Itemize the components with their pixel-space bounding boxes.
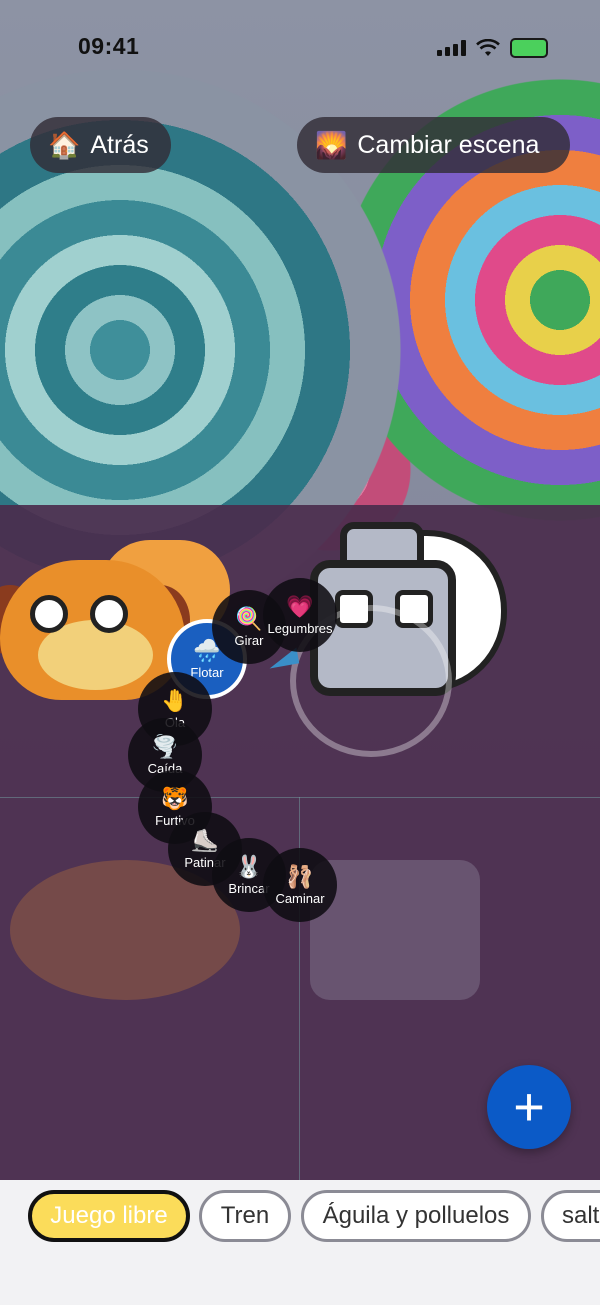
house-icon: 🏠 — [48, 129, 81, 160]
bunny-icon: 🐰 — [235, 853, 263, 879]
mode-selector: Juego libre Tren Águila y polluelos salt — [0, 1180, 600, 1305]
tornado-icon: 🌪️ — [151, 733, 179, 759]
action-caminar[interactable]: 🩰 Caminar — [263, 848, 337, 922]
bear-eye-left — [30, 595, 68, 633]
plus-icon: + — [513, 1077, 545, 1137]
action-legumbres[interactable]: 💗 Legumbres — [263, 578, 337, 652]
back-button[interactable]: 🏠 Atrás — [30, 117, 171, 173]
chip-tren[interactable]: Tren — [199, 1190, 291, 1242]
wifi-icon — [476, 39, 500, 56]
status-time: 09:41 — [78, 33, 140, 59]
lollipop-icon: 🍭 — [235, 605, 263, 631]
pink-heart-icon: 💗 — [286, 593, 314, 619]
add-button[interactable]: + — [487, 1065, 571, 1149]
change-scene-button[interactable]: 🌄 Cambiar escena — [297, 117, 570, 173]
grid-line-horizontal — [0, 797, 600, 798]
tiger-icon: 🐯 — [161, 785, 189, 811]
action-label: Girar — [234, 632, 264, 648]
bear-eye-right — [90, 595, 128, 633]
scene-canvas[interactable]: 🌧️ Flotar 🍭 Girar 💗 Legumbres 🤚 Ola 🌪️ C… — [0, 0, 600, 1180]
battery-charging-icon — [510, 38, 548, 58]
signal-icon — [437, 40, 466, 56]
skate-icon: ⛸️ — [191, 827, 219, 853]
waving-hand-icon: 🤚 — [161, 687, 189, 713]
back-button-label: Atrás — [90, 130, 149, 159]
ballet-shoes-icon: 🩰 — [286, 863, 314, 889]
status-icons — [437, 38, 548, 58]
action-label: Legumbres — [267, 620, 333, 636]
chip-aguila-y-polluelos[interactable]: Águila y polluelos — [301, 1190, 531, 1242]
change-scene-button-label: Cambiar escena — [357, 130, 540, 159]
action-label: Caminar — [275, 890, 325, 906]
scene-image-icon: 🌄 — [315, 129, 348, 160]
chip-juego-libre[interactable]: Juego libre — [28, 1190, 190, 1242]
chip-salt[interactable]: salt — [541, 1190, 600, 1242]
